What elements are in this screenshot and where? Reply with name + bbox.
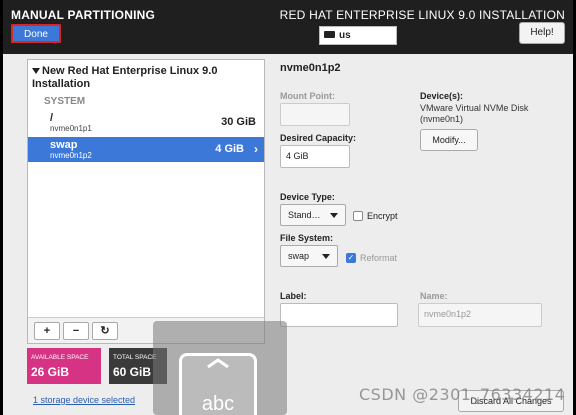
total-space-value: 60 GiB: [113, 365, 152, 379]
caret-up-icon: [207, 358, 229, 368]
file-system-value: swap: [288, 251, 310, 261]
help-button[interactable]: Help!: [519, 22, 565, 44]
mount-point-label: Mount Point:: [280, 91, 335, 101]
devices-label: Device(s):: [420, 91, 464, 101]
name-field[interactable]: nvme0n1p2: [418, 303, 542, 327]
keyboard-key-icon[interactable]: abc: [179, 353, 257, 415]
partition-device: nvme0n1p1: [50, 124, 92, 133]
keyboard-layout-indicator[interactable]: us: [319, 26, 397, 45]
installer-window: MANUAL PARTITIONING RED HAT ENTERPRISE L…: [3, 0, 573, 415]
expand-triangle-icon: [32, 68, 40, 75]
partition-detail-title: nvme0n1p2: [280, 62, 341, 74]
system-group-label: SYSTEM: [44, 96, 86, 107]
product-title: RED HAT ENTERPRISE LINUX 9.0 INSTALLATIO…: [279, 8, 565, 22]
total-space-label: TOTAL SPACE: [113, 354, 157, 361]
remove-partition-button[interactable]: −: [63, 322, 89, 340]
partition-list-panel: New Red Hat Enterprise Linux 9.0 Install…: [27, 59, 265, 344]
refresh-icon[interactable]: ↻: [92, 322, 118, 340]
partition-size: 30 GiB: [221, 116, 256, 128]
partition-mount: swap: [50, 139, 78, 151]
keyboard-icon: [324, 30, 335, 38]
storage-device-link[interactable]: 1 storage device selected: [33, 395, 135, 405]
onscreen-keyboard-overlay[interactable]: abc: [153, 321, 287, 415]
modify-button[interactable]: Modify...: [420, 129, 478, 151]
add-partition-button[interactable]: +: [34, 322, 60, 340]
chevron-down-icon: [330, 213, 338, 218]
partition-mount: /: [50, 112, 54, 124]
available-space-value: 26 GiB: [31, 365, 70, 379]
reformat-checkbox[interactable]: ✓: [346, 253, 356, 263]
page-title: MANUAL PARTITIONING: [11, 8, 156, 22]
device-type-value: Stand…: [288, 210, 321, 220]
keyboard-text: abc: [201, 393, 235, 415]
device-type-label: Device Type:: [280, 192, 335, 202]
installation-title: New Red Hat Enterprise Linux 9.0 Install…: [32, 65, 218, 90]
partition-size: 4 GiB: [215, 143, 244, 155]
reformat-label: Reformat: [360, 253, 398, 263]
file-system-label: File System:: [280, 233, 334, 243]
chevron-right-icon: ›: [254, 142, 258, 156]
device-type-dropdown[interactable]: Stand…: [280, 204, 346, 226]
keyboard-layout-label: us: [339, 30, 351, 41]
devices-value: VMware Virtual NVMe Disk (nvme0n1): [420, 103, 529, 124]
partition-device: nvme0n1p2: [50, 151, 92, 160]
label-field-label: Label:: [280, 291, 307, 301]
partition-row-root[interactable]: / nvme0n1p1 30 GiB: [28, 110, 264, 135]
name-field-label: Name:: [420, 291, 448, 301]
encrypt-label: Encrypt: [367, 211, 398, 221]
chevron-down-icon: [322, 254, 330, 259]
available-space-label: AVAILABLE SPACE: [31, 354, 89, 361]
installation-header[interactable]: New Red Hat Enterprise Linux 9.0 Install…: [32, 65, 262, 91]
desired-capacity-label: Desired Capacity:: [280, 133, 357, 143]
desired-capacity-field[interactable]: 4 GiB: [280, 145, 350, 168]
label-field[interactable]: [280, 303, 398, 327]
mount-point-field[interactable]: [280, 103, 350, 126]
header-bar: MANUAL PARTITIONING RED HAT ENTERPRISE L…: [3, 0, 573, 54]
partition-row-swap[interactable]: swap nvme0n1p2 4 GiB ›: [28, 137, 264, 162]
encrypt-checkbox[interactable]: [353, 211, 363, 221]
watermark: CSDN @2301_76334214: [359, 385, 566, 404]
file-system-dropdown[interactable]: swap: [280, 245, 338, 267]
available-space-badge: AVAILABLE SPACE 26 GiB: [27, 348, 101, 384]
done-button[interactable]: Done: [11, 24, 61, 43]
